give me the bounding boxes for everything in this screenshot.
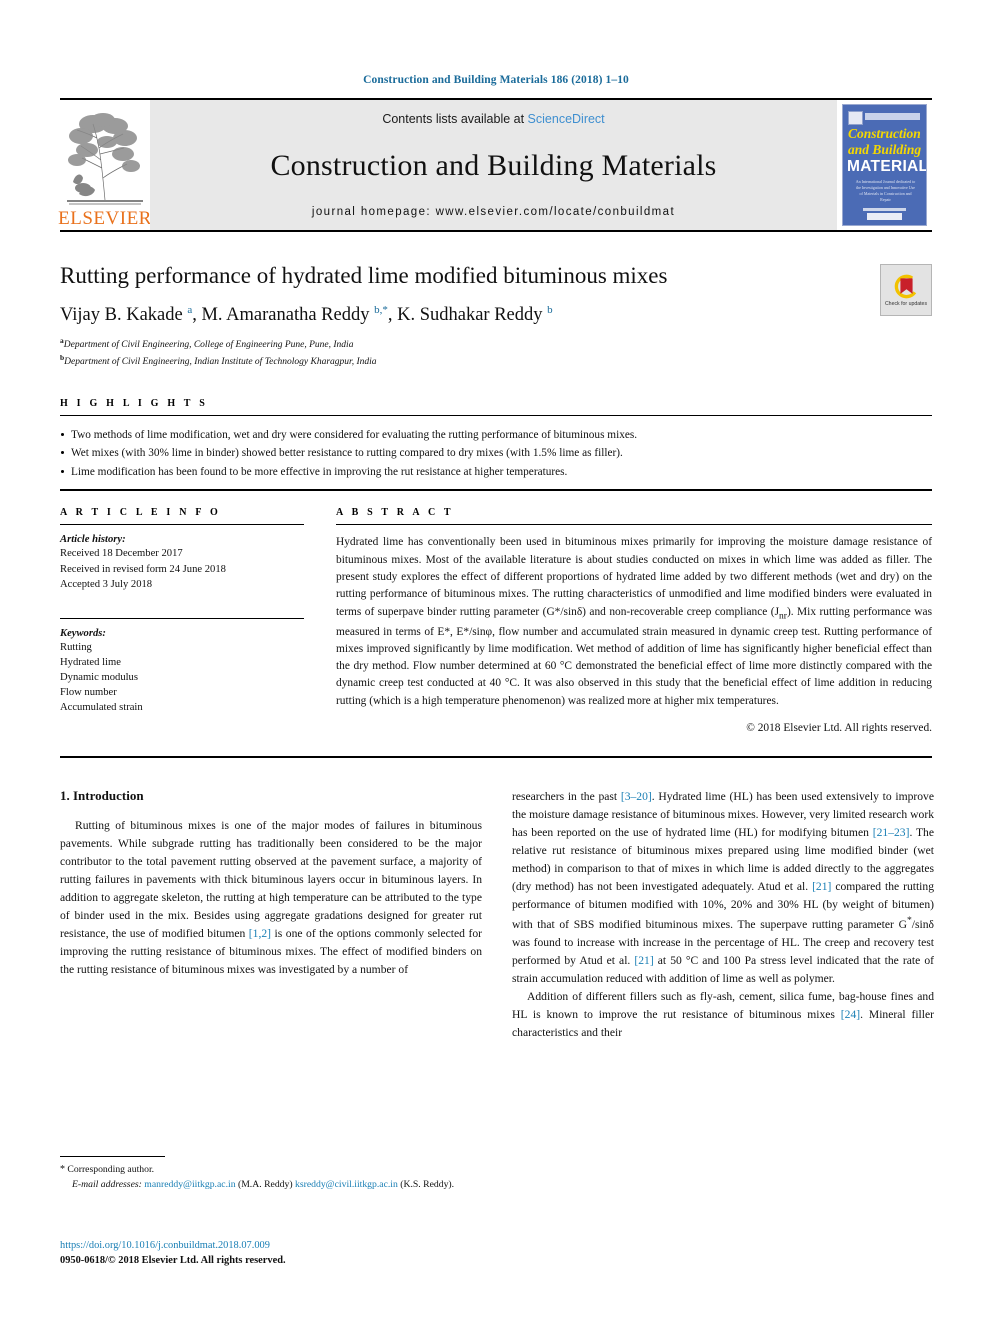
cover-line-3: MATERIALS [847, 158, 926, 175]
author-list: Vijay B. Kakade a, M. Amaranatha Reddy b… [60, 303, 553, 325]
cover-footline [863, 208, 906, 211]
elsevier-tree-icon [67, 113, 143, 205]
page-title: Rutting performance of hydrated lime mod… [60, 263, 668, 288]
abstract-text: Hydrated lime has conventionally been us… [336, 536, 933, 707]
affiliation-b-text: Department of Civil Engineering, Indian … [64, 356, 377, 367]
list-item: Two methods of lime modification, wet an… [60, 426, 932, 445]
cover-line-2: and Building [848, 142, 922, 157]
crossmark-icon [894, 274, 918, 299]
affiliations: aDepartment of Civil Engineering, Colleg… [60, 336, 932, 370]
elsevier-wordmark: ELSEVIER [58, 208, 152, 229]
affiliation-a: aDepartment of Civil Engineering, Colleg… [60, 335, 354, 350]
body-column-left: 1. Introduction Rutting of bituminous mi… [60, 788, 482, 1041]
masthead-bottom-rule [60, 230, 932, 232]
highlights-bottom-rule [60, 489, 932, 492]
email-owner-2: (K.S. Reddy). [400, 1178, 455, 1190]
email-addresses-note: E-mail addresses: manreddy@iitkgp.ac.in … [60, 1178, 482, 1193]
highlights-section: H I G H L I G H T S Two methods of lime … [60, 398, 932, 492]
highlights-list: Two methods of lime modification, wet an… [60, 416, 932, 490]
issn-copyright: 0950-0618/© 2018 Elsevier Ltd. All right… [60, 1255, 286, 1267]
journal-masthead: ELSEVIER Contents lists available at Sci… [58, 100, 932, 230]
journal-cover-thumbnail: Construction and Building MATERIALS An I… [837, 100, 932, 230]
section-heading-introduction: 1. Introduction [60, 788, 144, 804]
keywords-block: Keywords: Rutting Hydrated lime Dynamic … [60, 619, 304, 715]
abstract-bottom-rule [60, 756, 932, 759]
email-owner-1: (M.A. Reddy) [237, 1178, 293, 1190]
email-link-2[interactable]: ksreddy@civil.iitkgp.ac.in [295, 1179, 398, 1190]
title-block: Rutting performance of hydrated lime mod… [60, 262, 932, 370]
article-info-column: A R T I C L E I N F O Article history: R… [60, 507, 304, 734]
paragraph: researchers in the past [3–20]. Hydrated… [512, 790, 934, 985]
article-history-block: Article history: Received 18 December 20… [60, 525, 304, 591]
paragraph: Addition of different fillers such as fl… [512, 989, 934, 1039]
email-link-1[interactable]: manreddy@iitkgp.ac.in [144, 1179, 235, 1190]
keyword-item: Hydrated lime [60, 656, 121, 668]
masthead-center: Contents lists available at ScienceDirec… [150, 100, 837, 230]
corresponding-author-note: * Corresponding author. [60, 1162, 482, 1178]
history-revised: Received in revised form 24 June 2018 [60, 563, 226, 575]
footnote-block: * Corresponding author. E-mail addresses… [60, 1156, 482, 1192]
footnote-rule [60, 1156, 165, 1157]
cover-footer-badge [867, 213, 902, 220]
keyword-item: Rutting [60, 641, 92, 653]
list-item: Wet mixes (with 30% lime in binder) show… [60, 444, 932, 463]
history-received: Received 18 December 2017 [60, 548, 183, 560]
keywords-heading: Keywords: [60, 627, 106, 639]
keyword-item: Dynamic modulus [60, 671, 138, 683]
keyword-item: Flow number [60, 686, 117, 698]
contents-prefix: Contents lists available at [382, 112, 528, 126]
cover-blurb: An International Journal dedicated to th… [855, 179, 916, 202]
journal-homepage-link[interactable]: journal homepage: www.elsevier.com/locat… [312, 206, 675, 218]
sciencedirect-link[interactable]: ScienceDirect [528, 112, 605, 126]
crossmark-badge[interactable]: Check for updates [880, 264, 932, 316]
affiliation-b: bDepartment of Civil Engineering, Indian… [60, 352, 377, 367]
abstract-label: A B S T R A C T [336, 507, 454, 519]
article-info-label: A R T I C L E I N F O [60, 507, 221, 519]
list-item: Lime modification has been found to be m… [60, 463, 932, 482]
body-column-right: researchers in the past [3–20]. Hydrated… [512, 788, 934, 1041]
running-head: Construction and Building Materials 186 … [363, 74, 629, 86]
cover-line-1: Construction [848, 126, 921, 141]
contents-available-line: Contents lists available at ScienceDirec… [382, 112, 604, 126]
article-history-heading: Article history: [60, 534, 126, 546]
journal-title: Construction and Building Materials [270, 149, 717, 182]
keyword-item: Accumulated strain [60, 701, 143, 713]
corresponding-author-text: Corresponding author. [67, 1164, 155, 1175]
info-abstract-row: A R T I C L E I N F O Article history: R… [60, 507, 932, 734]
crossmark-label: Check for updates [884, 300, 928, 307]
abstract-column: A B S T R A C T Hydrated lime has conven… [336, 507, 932, 734]
history-accepted: Accepted 3 July 2018 [60, 578, 153, 590]
doi-block: https://doi.org/10.1016/j.conbuildmat.20… [60, 1238, 490, 1268]
email-label: E-mail addresses: [72, 1178, 142, 1190]
copyright-line: © 2018 Elsevier Ltd. All rights reserved… [746, 722, 932, 735]
body-columns: 1. Introduction Rutting of bituminous mi… [60, 788, 934, 1041]
paragraph: Rutting of bituminous mixes is one of th… [60, 819, 482, 976]
cover-bar [865, 113, 920, 120]
affiliation-a-text: Department of Civil Engineering, College… [63, 339, 354, 350]
highlights-label: H I G H L I G H T S [60, 397, 208, 409]
doi-link[interactable]: https://doi.org/10.1016/j.conbuildmat.20… [60, 1238, 490, 1253]
article-first-page: Construction and Building Materials 186 … [0, 0, 992, 1323]
cover-stamp [848, 111, 863, 125]
asterisk-icon: * [60, 1164, 65, 1175]
elsevier-logo: ELSEVIER [58, 100, 152, 230]
